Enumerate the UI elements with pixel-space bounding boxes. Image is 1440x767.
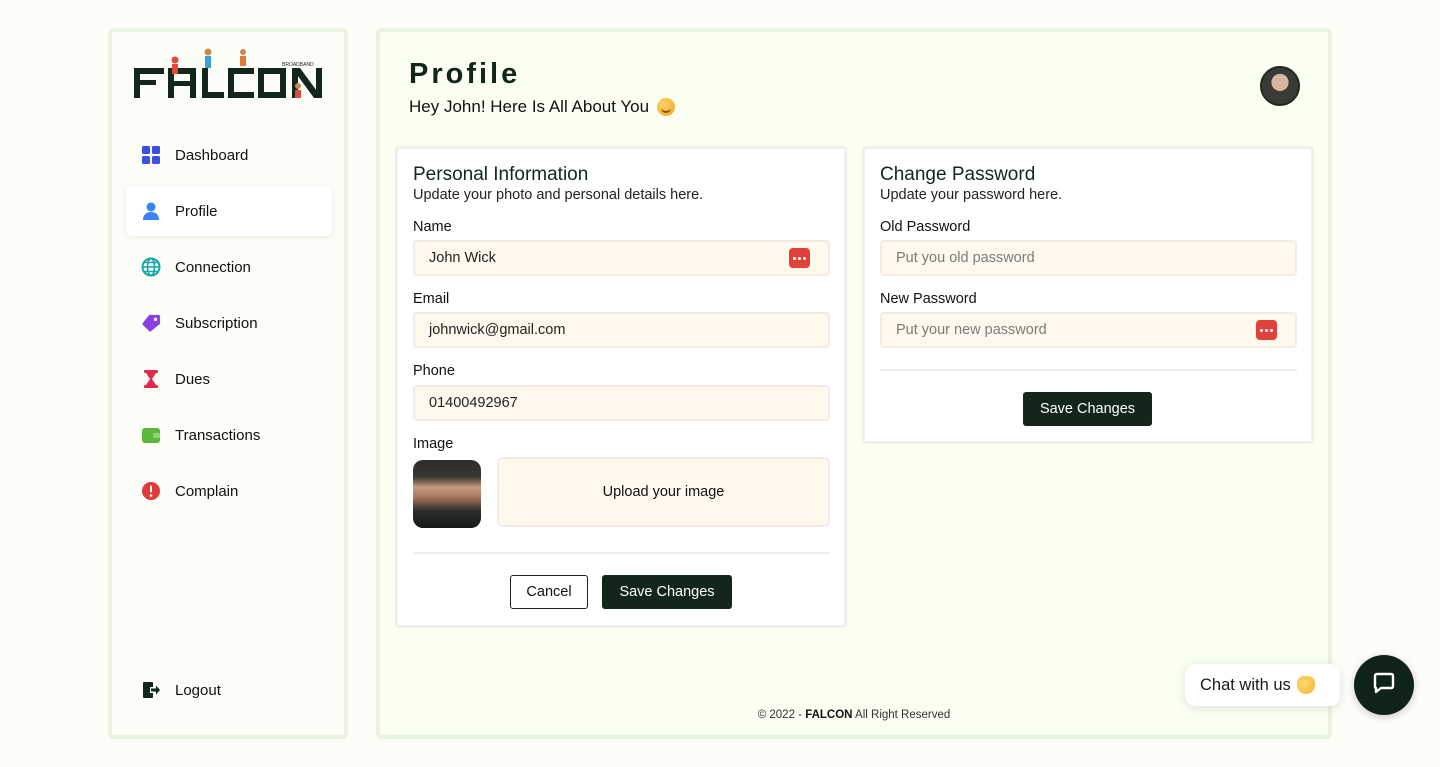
sidebar-item-label: Connection bbox=[175, 258, 251, 276]
dashboard-grid-icon bbox=[141, 145, 161, 165]
email-value: johnwick@gmail.com bbox=[429, 322, 566, 338]
change-password-card: Change Password Update your password her… bbox=[862, 146, 1314, 444]
logout-section: Logout bbox=[126, 665, 332, 721]
sidebar-item-dues[interactable]: Dues bbox=[126, 354, 332, 404]
sidebar-item-transactions[interactable]: Transactions bbox=[126, 410, 332, 460]
upload-image-dropzone[interactable]: Upload your image bbox=[497, 457, 830, 527]
change-password-description: Update your password here. bbox=[880, 187, 1063, 203]
upload-image-label: Upload your image bbox=[602, 484, 725, 500]
footer-suffix: All Right Reserved bbox=[852, 709, 951, 721]
save-password-button[interactable]: Save Changes bbox=[1023, 392, 1152, 426]
image-label: Image bbox=[413, 436, 454, 452]
save-personal-button[interactable]: Save Changes bbox=[602, 575, 732, 609]
sidebar-item-label: Transactions bbox=[175, 426, 261, 444]
user-icon bbox=[141, 201, 161, 221]
sidebar-item-dashboard[interactable]: Dashboard bbox=[126, 130, 332, 180]
falcon-logo[interactable]: BROADBAND bbox=[130, 46, 330, 106]
logout-button[interactable]: Logout bbox=[126, 665, 332, 715]
sidebar-item-profile[interactable]: Profile bbox=[126, 186, 332, 236]
chat-with-us-label: Chat with us bbox=[1200, 675, 1291, 694]
smile-emoji-icon bbox=[657, 98, 676, 116]
svg-text:BROADBAND: BROADBAND bbox=[282, 62, 314, 68]
sidebar-item-label: Complain bbox=[175, 482, 239, 500]
footer: © 2022 - FALCON All Right Reserved bbox=[380, 709, 1328, 721]
old-password-field[interactable]: Put you old password bbox=[880, 240, 1297, 276]
logout-label: Logout bbox=[175, 681, 221, 699]
sidebar-item-complain[interactable]: Complain bbox=[126, 466, 332, 516]
profile-image-thumbnail bbox=[413, 460, 481, 528]
sidebar-item-label: Subscription bbox=[175, 314, 258, 332]
sidebar-item-label: Dues bbox=[175, 370, 211, 388]
change-password-title: Change Password bbox=[880, 164, 1036, 185]
page-title: Profile bbox=[409, 58, 521, 90]
chat-launcher-button[interactable] bbox=[1354, 655, 1414, 715]
old-password-label: Old Password bbox=[880, 219, 971, 235]
chat-with-us-pill[interactable]: Chat with us bbox=[1185, 664, 1340, 706]
cancel-button[interactable]: Cancel bbox=[510, 575, 588, 609]
name-field[interactable]: John Wick bbox=[413, 240, 830, 276]
name-label: Name bbox=[413, 219, 452, 235]
sidebar: BROADBAND Dashboard Profile Connection S… bbox=[108, 28, 348, 739]
globe-icon bbox=[141, 257, 161, 277]
email-field[interactable]: johnwick@gmail.com bbox=[413, 312, 830, 348]
old-password-placeholder: Put you old password bbox=[896, 250, 1035, 266]
page-subtitle: Hey John! Here Is All About You bbox=[409, 97, 676, 117]
wallet-icon bbox=[141, 425, 161, 445]
sidebar-item-subscription[interactable]: Subscription bbox=[126, 298, 332, 348]
new-password-label: New Password bbox=[880, 291, 977, 307]
personal-information-description: Update your photo and personal details h… bbox=[413, 187, 704, 203]
tag-icon bbox=[141, 313, 161, 333]
new-password-placeholder: Put your new password bbox=[896, 322, 1047, 338]
wave-hand-icon bbox=[1296, 676, 1315, 694]
footer-brand: FALCON bbox=[805, 709, 853, 721]
hourglass-icon bbox=[141, 369, 161, 389]
email-label: Email bbox=[413, 291, 450, 307]
chat-bubble-icon bbox=[1373, 672, 1395, 699]
phone-field[interactable]: 01400492967 bbox=[413, 385, 830, 421]
personal-information-title: Personal Information bbox=[413, 164, 589, 185]
password-manager-icon[interactable] bbox=[1256, 320, 1277, 340]
new-password-field[interactable]: Put your new password bbox=[880, 312, 1297, 348]
logout-icon bbox=[141, 680, 161, 700]
phone-label: Phone bbox=[413, 363, 455, 379]
personal-information-card: Personal Information Update your photo a… bbox=[395, 146, 847, 628]
page-subtitle-text: Hey John! Here Is All About You bbox=[409, 97, 650, 116]
sidebar-item-label: Profile bbox=[175, 202, 218, 220]
password-manager-icon[interactable] bbox=[789, 248, 810, 268]
alert-circle-icon bbox=[141, 481, 161, 501]
name-value: John Wick bbox=[429, 250, 496, 266]
footer-prefix: © 2022 - bbox=[757, 709, 806, 721]
sidebar-nav: Dashboard Profile Connection Subscriptio… bbox=[126, 130, 332, 522]
divider bbox=[413, 552, 830, 554]
sidebar-item-label: Dashboard bbox=[175, 146, 249, 164]
user-avatar[interactable] bbox=[1260, 66, 1300, 106]
main-panel: Profile Hey John! Here Is All About You … bbox=[376, 28, 1332, 739]
sidebar-item-connection[interactable]: Connection bbox=[126, 242, 332, 292]
phone-value: 01400492967 bbox=[429, 395, 518, 411]
divider bbox=[880, 369, 1297, 371]
